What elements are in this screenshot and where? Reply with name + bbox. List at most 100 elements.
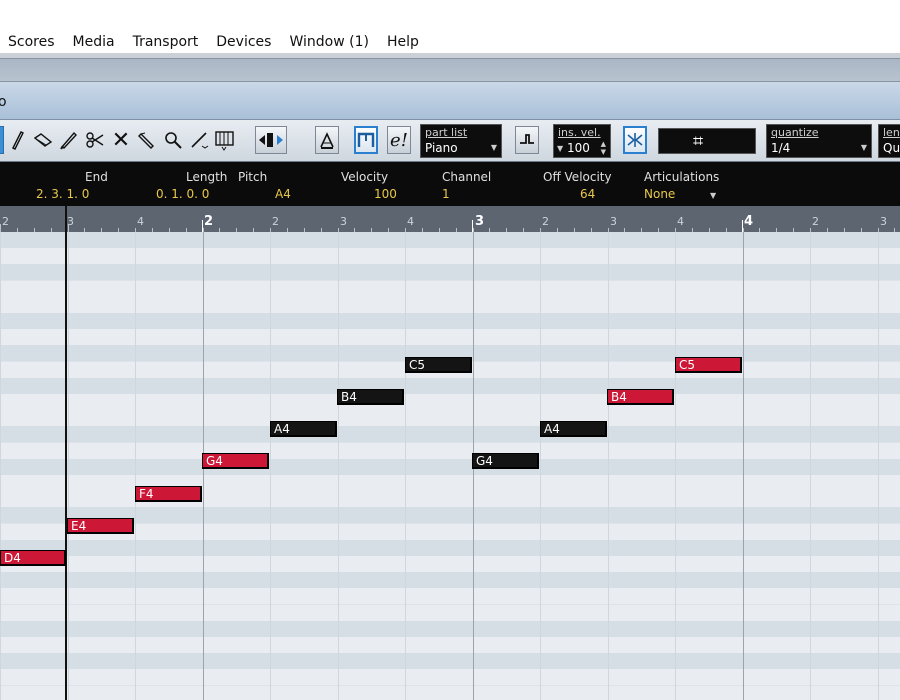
midi-note[interactable]: A4 bbox=[540, 421, 607, 437]
length-quantize-value: Qu bbox=[883, 141, 900, 155]
menu-window[interactable]: Window (1) bbox=[280, 34, 377, 50]
ruler-label: 3 bbox=[340, 215, 347, 228]
ruler-label: 3 bbox=[475, 214, 485, 229]
info-value-pitch[interactable]: A4 bbox=[275, 187, 291, 201]
menu-help[interactable]: Help bbox=[378, 34, 428, 50]
draw-tool-icon[interactable] bbox=[5, 126, 29, 154]
beat-gridline bbox=[675, 232, 676, 700]
erase-tool-icon[interactable] bbox=[31, 126, 55, 154]
info-header-channel: Channel bbox=[442, 170, 492, 184]
glue-tool-icon[interactable] bbox=[135, 126, 159, 154]
midi-note[interactable]: G4 bbox=[472, 453, 539, 469]
top-blank-area bbox=[0, 0, 900, 30]
beat-gridline bbox=[405, 232, 406, 700]
stepper-icon[interactable]: ▲ ▼ bbox=[601, 140, 606, 156]
part-list-label: part list bbox=[425, 126, 468, 139]
autoscroll-button-icon[interactable] bbox=[255, 126, 287, 154]
info-header-length: Length bbox=[186, 170, 228, 184]
midi-note[interactable]: E4 bbox=[67, 518, 134, 534]
ins-vel-value: 100 bbox=[567, 141, 590, 155]
midi-note[interactable]: B4 bbox=[337, 389, 404, 405]
ins-vel-label: ins. vel. bbox=[558, 126, 601, 139]
quantize-label: quantize bbox=[771, 126, 819, 139]
length-quantize-label: len bbox=[883, 126, 900, 139]
project-cursor[interactable] bbox=[65, 206, 67, 700]
midi-note[interactable]: F4 bbox=[135, 486, 202, 502]
info-header-pitch: Pitch bbox=[238, 170, 268, 184]
ruler-label: 2 bbox=[2, 215, 9, 228]
ruler-tick bbox=[0, 224, 1, 232]
edit-active-part-icon[interactable]: e! bbox=[387, 126, 411, 154]
mute-tool-icon[interactable]: ✕ bbox=[109, 126, 133, 154]
midi-note[interactable]: B4 bbox=[607, 389, 674, 405]
info-line: End Length Pitch Velocity Channel Off Ve… bbox=[0, 162, 900, 206]
info-value-off-velocity[interactable]: 64 bbox=[580, 187, 595, 201]
ruler-label: 2 bbox=[542, 215, 549, 228]
beat-gridline bbox=[878, 232, 879, 700]
info-value-length[interactable]: 0. 1. 0. 0 bbox=[156, 187, 209, 201]
line-tool-icon[interactable] bbox=[187, 126, 211, 154]
snap-type-field[interactable]: ⌗ bbox=[658, 128, 756, 154]
beat-gridline bbox=[0, 232, 1, 700]
ruler-label: 3 bbox=[880, 215, 887, 228]
ruler-label: 4 bbox=[137, 215, 144, 228]
ruler-label: 4 bbox=[744, 214, 754, 229]
chevron-down-icon: ▼ bbox=[860, 143, 867, 152]
menu-scores[interactable]: Scores bbox=[0, 34, 64, 50]
beat-gridline bbox=[540, 232, 541, 700]
info-value-channel[interactable]: 1 bbox=[442, 187, 450, 201]
split-tool-icon[interactable] bbox=[83, 126, 107, 154]
beat-gridline bbox=[270, 232, 271, 700]
info-value-articulations[interactable]: None bbox=[644, 187, 675, 201]
zoom-tool-icon[interactable] bbox=[161, 126, 185, 154]
show-part-borders-icon[interactable] bbox=[354, 126, 378, 154]
beat-gridline bbox=[608, 232, 609, 700]
length-quantize-dropdown[interactable]: len Qu bbox=[878, 124, 900, 158]
pencil-tool-icon[interactable] bbox=[57, 126, 81, 154]
ruler-label: 2 bbox=[272, 215, 279, 228]
ruler-label: 4 bbox=[677, 215, 684, 228]
ruler-label: 2 bbox=[204, 214, 214, 229]
window-title: o bbox=[0, 94, 7, 110]
ruler-bar-tick bbox=[472, 220, 473, 232]
project-strip bbox=[0, 58, 900, 82]
info-value-end[interactable]: 2. 3. 1. 0 bbox=[36, 187, 89, 201]
ruler-tick bbox=[68, 224, 69, 232]
object-selection-tool-icon[interactable] bbox=[0, 126, 4, 154]
ruler-label: 3 bbox=[610, 215, 617, 228]
beat-gridline bbox=[810, 232, 811, 700]
ruler-bar-tick bbox=[742, 220, 743, 232]
beat-gridline bbox=[135, 232, 136, 700]
menu-bar: Scores Media Transport Devices Window (1… bbox=[0, 30, 900, 54]
insert-velocity-field[interactable]: ins. vel. ▼ 100 ▲ ▼ bbox=[553, 124, 611, 158]
chevron-down-icon[interactable]: ▼ bbox=[710, 191, 716, 200]
part-list-dropdown[interactable]: part list Piano ▼ bbox=[420, 124, 502, 158]
quantize-dropdown[interactable]: quantize 1/4 ▼ bbox=[766, 124, 872, 158]
midi-note[interactable]: C5 bbox=[675, 357, 742, 373]
midi-note[interactable]: G4 bbox=[202, 453, 269, 469]
note-grid[interactable] bbox=[0, 232, 900, 700]
step-input-icon[interactable] bbox=[515, 126, 539, 154]
acoustic-feedback-icon[interactable] bbox=[315, 126, 339, 154]
part-list-value: Piano bbox=[425, 141, 458, 155]
timewarp-tool-icon[interactable] bbox=[213, 126, 237, 154]
bar-ruler[interactable]: 23422343234423 bbox=[0, 206, 900, 232]
beat-gridline bbox=[68, 232, 69, 700]
midi-note[interactable]: D4 bbox=[0, 550, 66, 566]
ruler-bar-tick bbox=[202, 220, 203, 232]
ruler-label: 4 bbox=[407, 215, 414, 228]
info-header-articulations: Articulations bbox=[644, 170, 720, 184]
menu-devices[interactable]: Devices bbox=[207, 34, 280, 50]
quantize-value: 1/4 bbox=[771, 141, 791, 155]
ruler-label: 2 bbox=[812, 215, 819, 228]
beat-gridline bbox=[338, 232, 339, 700]
info-value-velocity[interactable]: 100 bbox=[374, 187, 397, 201]
beat-gridline bbox=[743, 232, 744, 700]
menu-media[interactable]: Media bbox=[64, 34, 124, 50]
midi-note[interactable]: A4 bbox=[270, 421, 337, 437]
midi-note[interactable]: C5 bbox=[405, 357, 472, 373]
editor-title-bar: o bbox=[0, 82, 900, 120]
snap-toggle-icon[interactable] bbox=[623, 126, 647, 154]
menu-transport[interactable]: Transport bbox=[124, 34, 208, 50]
chevron-down-icon: ▼ bbox=[490, 143, 497, 152]
